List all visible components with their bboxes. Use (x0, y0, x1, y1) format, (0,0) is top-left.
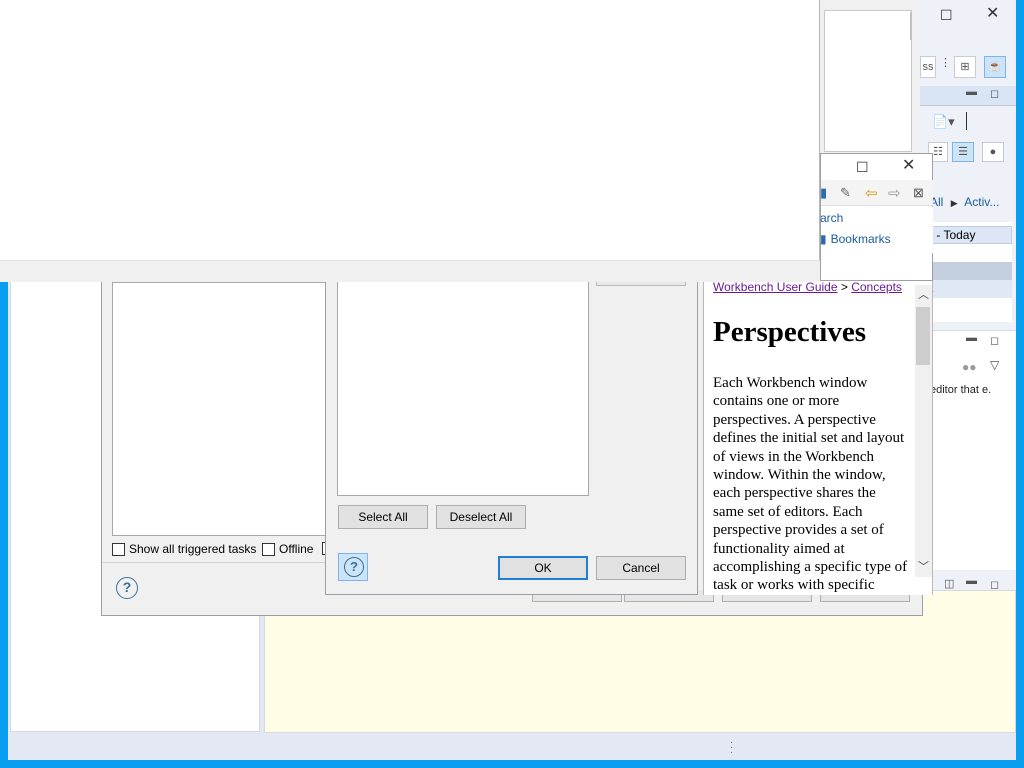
close-icon[interactable]: ✕ (902, 158, 915, 174)
ok-label: OK (534, 561, 552, 575)
select-all-label: Select All (358, 510, 408, 524)
overlay-footer (0, 260, 820, 282)
breadcrumb: Workbench User Guide > Concepts (713, 280, 913, 294)
maximize-icon[interactable]: ◻ (990, 334, 999, 347)
task-group-today-label: y - Today (927, 228, 976, 242)
scroll-up-icon[interactable]: ︿ (915, 287, 932, 304)
toolbar-fragment-text: ss (922, 61, 934, 73)
view-toolbar-icon[interactable]: ◫ (944, 577, 954, 590)
focus-icon[interactable]: ● (982, 142, 1004, 162)
outline-message: editor that e. (930, 384, 992, 396)
blank-overlay-window[interactable] (0, 0, 820, 282)
close-view-icon[interactable]: ⊠ (913, 185, 924, 201)
maximize-icon[interactable]: ◻ (990, 87, 999, 100)
scheduled-icon[interactable]: ☰ (952, 142, 974, 162)
text-cursor (966, 112, 967, 130)
close-icon[interactable]: ✕ (986, 6, 999, 22)
minimize-icon[interactable]: ▬ (966, 575, 977, 587)
deselect-all-label: Deselect All (449, 510, 513, 524)
cancel-label: Cancel (622, 561, 660, 575)
offline-checkbox[interactable] (262, 542, 275, 556)
breadcrumb-link-guide[interactable]: Workbench User Guide (713, 280, 838, 294)
ok-button[interactable]: OK (498, 556, 588, 580)
scrollbar-thumb[interactable] (916, 307, 930, 365)
view-menu-icon[interactable]: ▽ (990, 358, 999, 372)
status-grip-icon: · · · (730, 737, 734, 758)
offline-option[interactable]: Offline (262, 541, 313, 557)
maximize-icon[interactable]: ☐ (856, 160, 869, 174)
help-icon[interactable]: ? (344, 557, 364, 577)
outline-focus-icon[interactable]: ●● (962, 360, 977, 374)
maximize-icon[interactable]: ☐ (940, 8, 953, 22)
deselect-all-button[interactable]: Deselect All (436, 505, 526, 529)
new-task-icon[interactable]: 📄▾ (932, 114, 955, 130)
task-row[interactable]: k (920, 280, 1012, 298)
select-all-button[interactable]: Select All (338, 505, 428, 529)
highlight-icon[interactable]: ✎ (840, 185, 851, 201)
bookmark-icon: ▮ (820, 232, 827, 246)
back-arrow-icon[interactable]: ⇦ (865, 184, 878, 202)
minimize-icon[interactable]: ▬ (966, 86, 977, 98)
help-page-body: Each Workbench window contains one or mo… (713, 375, 908, 594)
tasks-filter-row: All ▶ Activ... (930, 195, 999, 209)
filter-separator-icon: ▶ (950, 198, 958, 208)
java-perspective-icon[interactable]: ☕ (984, 56, 1006, 78)
help-search-link[interactable]: arch (820, 211, 843, 225)
scroll-down-icon[interactable]: ﹀ (915, 559, 932, 576)
preferences-list[interactable] (112, 282, 328, 536)
help-page-title: Perspectives (713, 316, 866, 348)
minimize-icon[interactable]: ▬ (966, 332, 977, 344)
show-all-triggered-option[interactable]: Show all triggered tasks (112, 541, 256, 557)
open-perspective-icon[interactable]: ⊞ (954, 56, 976, 78)
show-all-triggered-label: Show all triggered tasks (129, 542, 257, 556)
cancel-button[interactable]: Cancel (596, 556, 686, 580)
breadcrumb-link-concepts[interactable]: Concepts (851, 280, 902, 294)
help-bookmarks-label: Bookmarks (830, 232, 891, 246)
task-group-today[interactable]: y - Today (920, 226, 1012, 244)
working-set-list[interactable] (337, 280, 589, 496)
task-row-selected[interactable] (920, 262, 1012, 280)
toolbar-separator-icon: ⋮ (940, 57, 951, 69)
help-icon[interactable]: ? (116, 577, 138, 599)
preferences-separator (102, 562, 326, 563)
status-bar (8, 736, 1016, 760)
bookmark-icon[interactable]: ▮ (820, 185, 827, 201)
overlay-side-list[interactable] (824, 10, 912, 152)
toolbar-field-fragment[interactable]: ss (920, 56, 936, 78)
forward-arrow-icon[interactable]: ⇨ (888, 184, 901, 202)
help-bookmarks-link[interactable]: ▮ Bookmarks (820, 232, 891, 246)
show-all-triggered-checkbox[interactable] (112, 542, 125, 556)
overlay-side-scrollbar[interactable] (910, 12, 912, 40)
filter-activate-link[interactable]: Activ... (964, 195, 999, 209)
offline-label: Offline (279, 542, 314, 556)
breadcrumb-separator: > (840, 280, 848, 294)
